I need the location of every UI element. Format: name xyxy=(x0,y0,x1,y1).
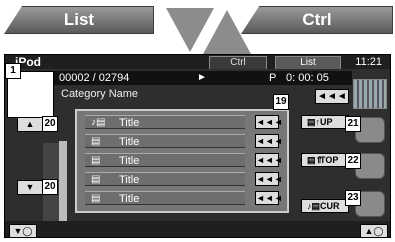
callout-1: 1 xyxy=(5,63,21,79)
list-item-body[interactable]: ▤ Title xyxy=(85,153,245,167)
callout-22: 22 xyxy=(345,153,361,169)
list-item[interactable]: ♪▤ Title ◄◄◄ xyxy=(85,115,283,129)
scroll-up-button[interactable]: ▲ xyxy=(17,117,43,132)
cur-button-label: CUR xyxy=(320,201,340,211)
title-bar: iPod Ctrl List 11:21 xyxy=(5,55,390,69)
play-time: 0: 00: 05 xyxy=(286,72,329,84)
top-button-label: TOP xyxy=(320,155,339,165)
tab-list[interactable]: List xyxy=(275,56,341,69)
list-item-body[interactable]: ♪▤ Title xyxy=(85,115,245,129)
list-item-action-button[interactable]: ◄◄◄ xyxy=(255,191,283,205)
list-item[interactable]: ▤ Title ◄◄◄ xyxy=(85,153,283,167)
play-icon: ► xyxy=(197,72,207,83)
ctrl-key-label: Ctrl xyxy=(302,10,332,29)
callout-20-lower: 20 xyxy=(42,179,58,195)
list-item[interactable]: ▤ Title ◄◄◄ xyxy=(85,172,283,186)
ctrl-key[interactable]: Ctrl xyxy=(241,6,393,34)
current-song-icon: ♪▤ xyxy=(307,201,321,211)
list-item-title: Title xyxy=(119,193,140,205)
list-item-title: Title xyxy=(119,136,140,148)
callout-23: 23 xyxy=(345,190,361,206)
folder-icon: ▤ xyxy=(91,193,101,204)
folder-icon: ▤ xyxy=(91,174,101,185)
list-item-action-button[interactable]: ◄◄◄ xyxy=(255,115,283,129)
up-button-label: UP xyxy=(320,117,333,127)
list-item[interactable]: ▤ Title ◄◄◄ xyxy=(85,134,283,148)
track-counter: 00002 / 02794 xyxy=(59,72,130,84)
show-button[interactable]: ▲◯ xyxy=(360,224,388,237)
category-name: Category Name xyxy=(61,88,139,100)
list-item-action-button[interactable]: ◄◄◄ xyxy=(255,153,283,167)
cur-button[interactable]: ♪▤ CUR xyxy=(301,199,349,213)
callout-20-upper: 20 xyxy=(42,116,58,132)
list-item-title: Title xyxy=(119,155,140,167)
ipod-screen: iPod Ctrl List 11:21 00002 / 02794 ► P 0… xyxy=(4,54,391,238)
folder-up-icon: ▤↑ xyxy=(307,117,321,127)
list-item-action-button[interactable]: ◄◄◄ xyxy=(255,172,283,186)
hide-button[interactable]: ▼◯ xyxy=(9,224,37,237)
info-bar: 00002 / 02794 ► P 0: 00: 05 xyxy=(54,71,352,85)
list-item-body[interactable]: ▤ Title xyxy=(85,134,245,148)
list-item-title: Title xyxy=(119,117,140,129)
callout-21: 21 xyxy=(345,116,361,132)
up-button[interactable]: ▤↑ UP xyxy=(301,115,349,129)
list-panel: ♪▤ Title ◄◄◄ ▤ Title ◄◄◄ ▤ Title ◄◄◄ ▤ T… xyxy=(75,109,289,213)
p-flag: P xyxy=(269,72,277,84)
app-icon[interactable] xyxy=(353,79,387,109)
list-item-title: Title xyxy=(119,174,140,186)
list-key[interactable]: List xyxy=(4,6,154,34)
list-item-action-button[interactable]: ◄◄◄ xyxy=(255,134,283,148)
clock: 11:21 xyxy=(355,56,382,68)
bottom-bar xyxy=(5,221,390,237)
callout-19: 19 xyxy=(273,94,289,110)
folder-icon: ▤ xyxy=(91,155,101,166)
song-icon: ♪▤ xyxy=(91,117,106,128)
list-key-label: List xyxy=(63,10,95,29)
category-back-button[interactable]: ◄◄◄ xyxy=(315,89,349,104)
top-button[interactable]: ▤⇑ TOP xyxy=(301,153,349,167)
list-item-body[interactable]: ▤ Title xyxy=(85,191,245,205)
list-item-body[interactable]: ▤ Title xyxy=(85,172,245,186)
scroll-down-button[interactable]: ▼ xyxy=(17,180,43,195)
folder-icon: ▤ xyxy=(91,136,101,147)
list-item[interactable]: ▤ Title ◄◄◄ xyxy=(85,191,283,205)
tab-ctrl[interactable]: Ctrl xyxy=(209,56,267,69)
